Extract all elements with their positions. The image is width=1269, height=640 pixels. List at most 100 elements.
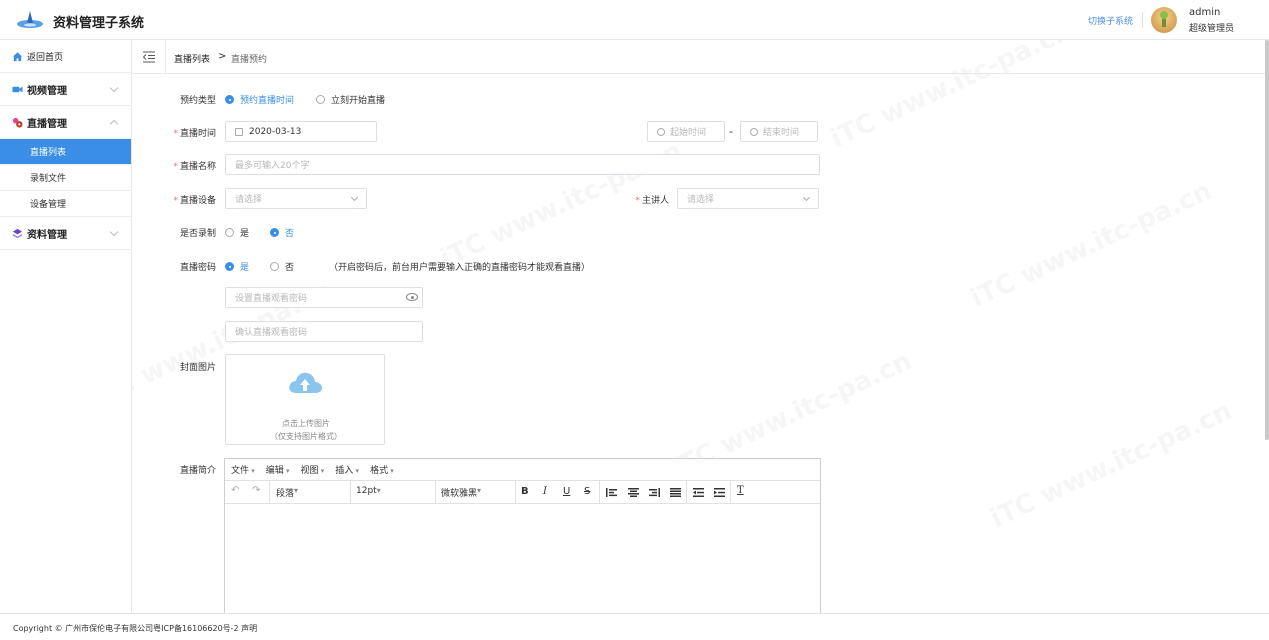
- record-no-radio[interactable]: 否: [270, 226, 294, 239]
- end-time-picker[interactable]: 结束时间: [740, 121, 818, 142]
- start-time-picker[interactable]: 起始时间: [647, 121, 725, 142]
- chevron-down-icon: [109, 227, 119, 237]
- align-right-icon[interactable]: [649, 488, 660, 497]
- type-immediate-radio[interactable]: 立刻开始直播: [316, 93, 385, 106]
- device-label-text: 直播设备: [179, 196, 216, 206]
- password-yes-radio[interactable]: 是: [225, 260, 249, 273]
- sidebar-item-live-list[interactable]: 直播列表: [0, 139, 131, 165]
- bold-button[interactable]: B: [521, 486, 529, 497]
- clock-icon: [657, 127, 665, 136]
- app-title: 资料管理子系统: [53, 16, 145, 31]
- start-time-placeholder: 起始时间: [670, 128, 707, 138]
- breadcrumb-current: 直播预约: [231, 55, 268, 65]
- chevron-down-icon: [109, 83, 119, 93]
- sidebar-item-devices[interactable]: 设备管理: [0, 191, 131, 217]
- toolbar-divider: [269, 481, 270, 504]
- radio-dot: [316, 95, 325, 104]
- align-left-icon[interactable]: [606, 488, 617, 497]
- sidebar-item-label: 资料管理: [27, 229, 67, 241]
- home-icon: [12, 51, 23, 61]
- password-hint: （开启密码后，前台用户需要输入正确的直播密码才能观看直播）: [329, 263, 591, 273]
- device-placeholder: 请选择: [235, 195, 263, 205]
- block-format-select[interactable]: 段落: [276, 486, 346, 499]
- radio-label: 否: [285, 229, 295, 239]
- toolbar-divider: [686, 481, 687, 504]
- clear-format-button[interactable]: T: [737, 485, 744, 496]
- speaker-label: * 主讲人: [609, 193, 669, 206]
- outdent-icon[interactable]: [693, 488, 704, 497]
- clock-icon: [750, 127, 758, 136]
- live-name-input[interactable]: 最多可输入20个字: [225, 154, 820, 175]
- confirm-password-input[interactable]: 确认直播观看密码: [225, 321, 423, 342]
- name-label-text: 直播名称: [179, 162, 216, 172]
- sidebar-item-home[interactable]: 返回首页: [0, 40, 131, 73]
- speaker-select[interactable]: 请选择: [677, 188, 819, 209]
- collapse-menu-icon[interactable]: [142, 50, 156, 64]
- menu-insert[interactable]: 插入: [335, 463, 359, 476]
- font-family-select[interactable]: 微软雅黑: [441, 486, 509, 499]
- sidebar: 返回首页 视频管理 直播管理 直播列表 录制文件 设备管理 资料管理: [0, 40, 132, 613]
- undo-icon[interactable]: ↶: [231, 485, 239, 496]
- strikethrough-button[interactable]: S: [584, 486, 590, 497]
- live-broadcast-icon: [12, 117, 23, 128]
- watermark: iTC www.itc-pa.cn: [966, 176, 1217, 314]
- align-justify-icon[interactable]: [670, 488, 681, 497]
- radio-dot: [225, 262, 234, 271]
- menu-view[interactable]: 视图: [301, 463, 325, 476]
- chevron-up-icon: [109, 119, 119, 129]
- toolbar-divider: [599, 481, 600, 504]
- sidebar-item-live[interactable]: 直播管理: [0, 106, 131, 139]
- menu-format[interactable]: 格式: [370, 463, 394, 476]
- time-range-separator: -: [729, 125, 733, 138]
- date-picker[interactable]: 2020-03-13: [225, 121, 377, 142]
- redo-icon[interactable]: ↷: [252, 485, 260, 496]
- live-name-placeholder: 最多可输入20个字: [235, 161, 310, 171]
- record-label: 是否录制: [179, 229, 216, 239]
- align-center-icon[interactable]: [628, 488, 639, 497]
- speaker-label-text: 主讲人: [641, 196, 669, 206]
- rich-text-editor: 文件 编辑 视图 插入 格式 ↶ ↷ 段落 12pt 微软雅黑 B I U S: [224, 458, 821, 618]
- scrollbar[interactable]: [1265, 40, 1269, 440]
- sidebar-item-video[interactable]: 视频管理: [0, 73, 131, 106]
- record-yes-radio[interactable]: 是: [225, 226, 249, 239]
- device-select[interactable]: 请选择: [225, 188, 367, 209]
- user-role: 超级管理员: [1189, 24, 1235, 34]
- menu-file[interactable]: 文件: [231, 463, 255, 476]
- italic-button[interactable]: I: [543, 486, 547, 497]
- user-name: admin: [1189, 7, 1221, 18]
- sidebar-item-materials[interactable]: 资料管理: [0, 217, 131, 250]
- logo-icon: [17, 11, 43, 28]
- confirm-password-placeholder: 确认直播观看密码: [235, 328, 308, 338]
- underline-button[interactable]: U: [563, 486, 570, 497]
- breadcrumb-divider: [165, 40, 166, 74]
- radio-dot: [225, 228, 234, 237]
- switch-subsystem-link[interactable]: 切换子系统: [1088, 14, 1133, 27]
- layers-icon: [12, 228, 23, 238]
- radio-label: 否: [285, 263, 295, 273]
- required-mark: *: [173, 129, 178, 139]
- breadcrumb: 直播列表 > 直播预约: [132, 40, 1265, 74]
- editor-content-area[interactable]: [225, 504, 820, 618]
- radio-label: 预约直播时间: [240, 96, 295, 106]
- password-input[interactable]: 设置直播观看密码: [225, 287, 423, 308]
- end-time-placeholder: 结束时间: [763, 128, 800, 138]
- menu-edit[interactable]: 编辑: [266, 463, 290, 476]
- password-no-radio[interactable]: 否: [270, 260, 294, 273]
- chevron-down-icon: [802, 193, 811, 202]
- type-scheduled-radio[interactable]: 预约直播时间: [225, 93, 294, 106]
- breadcrumb-parent-link[interactable]: 直播列表: [174, 52, 210, 65]
- breadcrumb-separator: >: [218, 51, 227, 62]
- indent-icon[interactable]: [714, 488, 725, 497]
- eye-icon[interactable]: [406, 293, 418, 301]
- font-size-select[interactable]: 12pt: [356, 486, 426, 496]
- video-camera-icon: [12, 86, 23, 92]
- cover-upload[interactable]: 点击上传图片 （仅支持图片格式）: [225, 354, 385, 445]
- copyright-text: Copyright © 广州市保伦电子有限公司粤ICP备16106620号-2 …: [13, 624, 258, 633]
- sidebar-item-recordings[interactable]: 录制文件: [0, 165, 131, 191]
- sidebar-item-label: 返回首页: [27, 52, 64, 63]
- upload-text: 点击上传图片: [282, 419, 330, 428]
- avatar[interactable]: [1151, 7, 1177, 33]
- radio-label: 是: [240, 263, 250, 273]
- toolbar-divider: [730, 481, 731, 504]
- cloud-upload-icon: [289, 372, 322, 393]
